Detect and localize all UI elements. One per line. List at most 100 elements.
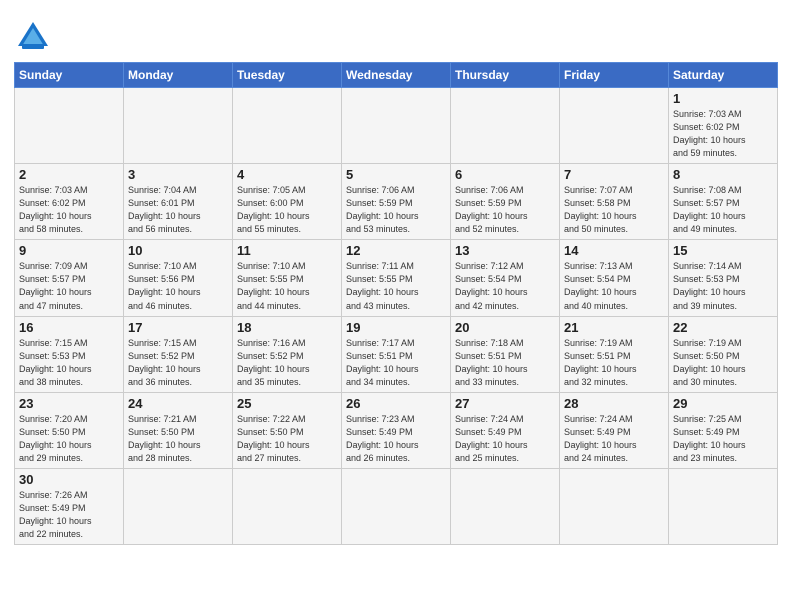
calendar-cell: 2 Sunrise: 7:03 AM Sunset: 6:02 PM Daylig…: [15, 164, 124, 240]
day-number: 18: [237, 320, 337, 335]
day-number: 25: [237, 396, 337, 411]
calendar-table: SundayMondayTuesdayWednesdayThursdayFrid…: [14, 62, 778, 545]
calendar-cell: 13 Sunrise: 7:12 AM Sunset: 5:54 PM Dayli…: [451, 240, 560, 316]
day-info: Sunrise: 7:20 AM Sunset: 5:50 PM Dayligh…: [19, 413, 119, 465]
calendar-week-row: 30Sunrise: 7:26 AM Sunset: 5:49 PM Dayli…: [15, 468, 778, 544]
day-number: 3: [128, 167, 228, 182]
day-number: 22: [673, 320, 773, 335]
logo: [14, 18, 56, 56]
calendar-cell: 16 Sunrise: 7:15 AM Sunset: 5:53 PM Dayli…: [15, 316, 124, 392]
day-info: Sunrise: 7:25 AM Sunset: 5:49 PM Dayligh…: [673, 413, 773, 465]
page: SundayMondayTuesdayWednesdayThursdayFrid…: [0, 0, 792, 559]
day-number: 27: [455, 396, 555, 411]
day-number: 5: [346, 167, 446, 182]
header: [14, 10, 778, 56]
calendar-cell: [560, 468, 669, 544]
day-number: 10: [128, 243, 228, 258]
calendar-cell: [233, 468, 342, 544]
day-info: Sunrise: 7:05 AM Sunset: 6:00 PM Dayligh…: [237, 184, 337, 236]
calendar-cell: 29 Sunrise: 7:25 AM Sunset: 5:49 PM Dayli…: [669, 392, 778, 468]
day-info: Sunrise: 7:24 AM Sunset: 5:49 PM Dayligh…: [455, 413, 555, 465]
day-number: 23: [19, 396, 119, 411]
day-number: 30: [19, 472, 119, 487]
day-info: Sunrise: 7:04 AM Sunset: 6:01 PM Dayligh…: [128, 184, 228, 236]
day-number: 7: [564, 167, 664, 182]
weekday-header-sunday: Sunday: [15, 63, 124, 88]
calendar-cell: 5Sunrise: 7:06 AM Sunset: 5:59 PM Daylig…: [342, 164, 451, 240]
calendar-cell: 19 Sunrise: 7:17 AM Sunset: 5:51 PM Dayli…: [342, 316, 451, 392]
generalblue-logo-icon: [14, 18, 52, 56]
day-number: 6: [455, 167, 555, 182]
calendar-cell: [124, 88, 233, 164]
calendar-cell: 3 Sunrise: 7:04 AM Sunset: 6:01 PM Daylig…: [124, 164, 233, 240]
day-info: Sunrise: 7:12 AM Sunset: 5:54 PM Dayligh…: [455, 260, 555, 312]
calendar-cell: 26Sunrise: 7:23 AM Sunset: 5:49 PM Dayli…: [342, 392, 451, 468]
day-number: 17: [128, 320, 228, 335]
calendar-cell: 24 Sunrise: 7:21 AM Sunset: 5:50 PM Dayli…: [124, 392, 233, 468]
day-info: Sunrise: 7:24 AM Sunset: 5:49 PM Dayligh…: [564, 413, 664, 465]
day-number: 28: [564, 396, 664, 411]
day-number: 14: [564, 243, 664, 258]
calendar-cell: [560, 88, 669, 164]
day-number: 4: [237, 167, 337, 182]
day-number: 29: [673, 396, 773, 411]
calendar-cell: 25Sunrise: 7:22 AM Sunset: 5:50 PM Dayli…: [233, 392, 342, 468]
day-info: Sunrise: 7:10 AM Sunset: 5:55 PM Dayligh…: [237, 260, 337, 312]
day-info: Sunrise: 7:14 AM Sunset: 5:53 PM Dayligh…: [673, 260, 773, 312]
day-number: 20: [455, 320, 555, 335]
calendar-cell: 6 Sunrise: 7:06 AM Sunset: 5:59 PM Daylig…: [451, 164, 560, 240]
calendar-cell: [669, 468, 778, 544]
day-info: Sunrise: 7:15 AM Sunset: 5:52 PM Dayligh…: [128, 337, 228, 389]
day-info: Sunrise: 7:03 AM Sunset: 6:02 PM Dayligh…: [19, 184, 119, 236]
calendar-week-row: 16 Sunrise: 7:15 AM Sunset: 5:53 PM Dayli…: [15, 316, 778, 392]
calendar-cell: 10 Sunrise: 7:10 AM Sunset: 5:56 PM Dayli…: [124, 240, 233, 316]
calendar-cell: 9 Sunrise: 7:09 AM Sunset: 5:57 PM Daylig…: [15, 240, 124, 316]
day-number: 1: [673, 91, 773, 106]
day-info: Sunrise: 7:03 AM Sunset: 6:02 PM Dayligh…: [673, 108, 773, 160]
day-number: 19: [346, 320, 446, 335]
calendar-cell: [15, 88, 124, 164]
day-info: Sunrise: 7:21 AM Sunset: 5:50 PM Dayligh…: [128, 413, 228, 465]
day-number: 24: [128, 396, 228, 411]
day-number: 13: [455, 243, 555, 258]
calendar-cell: 27 Sunrise: 7:24 AM Sunset: 5:49 PM Dayli…: [451, 392, 560, 468]
day-number: 26: [346, 396, 446, 411]
calendar-cell: 15 Sunrise: 7:14 AM Sunset: 5:53 PM Dayli…: [669, 240, 778, 316]
calendar-cell: 8 Sunrise: 7:08 AM Sunset: 5:57 PM Daylig…: [669, 164, 778, 240]
day-info: Sunrise: 7:19 AM Sunset: 5:50 PM Dayligh…: [673, 337, 773, 389]
weekday-header-monday: Monday: [124, 63, 233, 88]
calendar-cell: 1 Sunrise: 7:03 AM Sunset: 6:02 PM Daylig…: [669, 88, 778, 164]
day-number: 8: [673, 167, 773, 182]
day-info: Sunrise: 7:07 AM Sunset: 5:58 PM Dayligh…: [564, 184, 664, 236]
calendar-cell: [451, 468, 560, 544]
day-info: Sunrise: 7:10 AM Sunset: 5:56 PM Dayligh…: [128, 260, 228, 312]
calendar-cell: 7 Sunrise: 7:07 AM Sunset: 5:58 PM Daylig…: [560, 164, 669, 240]
weekday-header-thursday: Thursday: [451, 63, 560, 88]
day-number: 16: [19, 320, 119, 335]
day-info: Sunrise: 7:06 AM Sunset: 5:59 PM Dayligh…: [455, 184, 555, 236]
weekday-header-wednesday: Wednesday: [342, 63, 451, 88]
day-number: 2: [19, 167, 119, 182]
day-number: 21: [564, 320, 664, 335]
calendar-cell: [342, 468, 451, 544]
calendar-cell: 23 Sunrise: 7:20 AM Sunset: 5:50 PM Dayli…: [15, 392, 124, 468]
calendar-cell: [233, 88, 342, 164]
calendar-cell: [342, 88, 451, 164]
calendar-week-row: 23 Sunrise: 7:20 AM Sunset: 5:50 PM Dayli…: [15, 392, 778, 468]
day-info: Sunrise: 7:08 AM Sunset: 5:57 PM Dayligh…: [673, 184, 773, 236]
day-number: 9: [19, 243, 119, 258]
calendar-cell: 11Sunrise: 7:10 AM Sunset: 5:55 PM Dayli…: [233, 240, 342, 316]
calendar-cell: 21Sunrise: 7:19 AM Sunset: 5:51 PM Dayli…: [560, 316, 669, 392]
day-info: Sunrise: 7:17 AM Sunset: 5:51 PM Dayligh…: [346, 337, 446, 389]
day-number: 12: [346, 243, 446, 258]
day-info: Sunrise: 7:15 AM Sunset: 5:53 PM Dayligh…: [19, 337, 119, 389]
calendar-week-row: 9 Sunrise: 7:09 AM Sunset: 5:57 PM Daylig…: [15, 240, 778, 316]
day-info: Sunrise: 7:09 AM Sunset: 5:57 PM Dayligh…: [19, 260, 119, 312]
day-info: Sunrise: 7:16 AM Sunset: 5:52 PM Dayligh…: [237, 337, 337, 389]
day-info: Sunrise: 7:18 AM Sunset: 5:51 PM Dayligh…: [455, 337, 555, 389]
calendar-cell: 14Sunrise: 7:13 AM Sunset: 5:54 PM Dayli…: [560, 240, 669, 316]
calendar-cell: [124, 468, 233, 544]
weekday-header-friday: Friday: [560, 63, 669, 88]
day-info: Sunrise: 7:11 AM Sunset: 5:55 PM Dayligh…: [346, 260, 446, 312]
day-number: 15: [673, 243, 773, 258]
